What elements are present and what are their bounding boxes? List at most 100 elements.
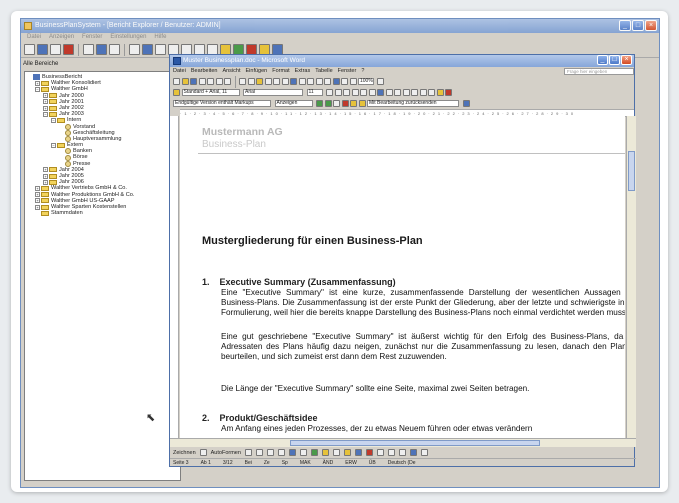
prev-change-icon[interactable]	[316, 100, 323, 107]
arrow-style-icon[interactable]	[398, 449, 406, 456]
expand-icon[interactable]: +	[35, 204, 40, 210]
underline-icon[interactable]	[343, 89, 350, 96]
print-icon[interactable]	[207, 78, 214, 85]
export-icon[interactable]	[129, 44, 140, 55]
italic-icon[interactable]	[334, 89, 342, 96]
align-left-icon[interactable]	[351, 89, 359, 96]
docmap-icon[interactable]	[341, 78, 348, 85]
draw-menu[interactable]: Zeichnen	[173, 450, 196, 456]
font-select[interactable]: Arial	[243, 89, 303, 96]
line-style-icon[interactable]	[376, 449, 384, 456]
columns-icon[interactable]	[324, 78, 331, 85]
expand-icon[interactable]: +	[43, 167, 48, 173]
report-tree[interactable]: BusinessBericht + Walther Konsolidiert − Wal…	[24, 71, 181, 481]
menu-ansicht[interactable]: Ansicht	[222, 67, 240, 76]
indent-decrease-icon[interactable]	[411, 89, 418, 96]
permission-icon[interactable]	[198, 78, 206, 85]
menu-extras[interactable]: Extras	[295, 67, 311, 76]
paste-icon[interactable]	[256, 78, 263, 85]
bold-icon[interactable]	[326, 89, 333, 96]
open-doc-icon[interactable]	[181, 78, 189, 85]
menu-format[interactable]: Format	[272, 67, 289, 76]
grid-icon[interactable]	[142, 44, 153, 55]
redo-icon[interactable]	[281, 78, 289, 85]
menu-fenster[interactable]: Fenster	[338, 67, 357, 76]
help-search-input[interactable]: Frage hier eingeben	[564, 68, 634, 75]
print-icon[interactable]	[24, 44, 35, 55]
track-view-select[interactable]: Endgültige Version enthält Markups	[173, 100, 271, 107]
menu-einfuegen[interactable]: Einfügen	[246, 67, 268, 76]
line-icon[interactable]	[244, 449, 252, 456]
border-icon[interactable]	[428, 89, 435, 96]
close-button[interactable]: ×	[645, 20, 657, 31]
expand-icon[interactable]: +	[43, 99, 48, 105]
word-maximize-button[interactable]: □	[609, 55, 620, 65]
indent-increase-icon[interactable]	[419, 89, 427, 96]
undo-icon[interactable]	[273, 78, 280, 85]
vertical-ruler[interactable]	[170, 116, 179, 438]
insert-table-icon[interactable]	[307, 78, 314, 85]
font-size-select[interactable]: 11	[306, 89, 323, 96]
next-change-icon[interactable]	[324, 100, 332, 107]
vertical-scrollbar[interactable]	[626, 116, 636, 438]
expand-icon[interactable]: +	[43, 105, 48, 111]
minimize-button[interactable]: _	[619, 20, 631, 31]
highlight-change-icon[interactable]	[358, 100, 366, 107]
menu-help[interactable]: ?	[361, 67, 364, 76]
tree-node[interactable]: Stammdaten	[27, 210, 180, 216]
oval-icon[interactable]	[277, 449, 285, 456]
text-color-icon[interactable]	[365, 449, 373, 456]
scroll-thumb[interactable]	[290, 440, 540, 446]
align-center-icon[interactable]	[360, 89, 367, 96]
styles-icon[interactable]	[173, 89, 180, 96]
binoculars-icon[interactable]	[83, 44, 94, 55]
collapse-icon[interactable]: −	[35, 86, 40, 92]
textbox-icon[interactable]	[288, 449, 296, 456]
accept-change-icon[interactable]	[333, 100, 340, 107]
document-page[interactable]: Mustermann AG Business-Plan Mustergliede…	[180, 116, 625, 438]
autoshapes-menu[interactable]: AutoFormen	[211, 450, 241, 456]
select-icon[interactable]	[199, 449, 207, 456]
find-icon[interactable]	[96, 44, 107, 55]
word-close-button[interactable]: ×	[621, 55, 632, 65]
line-spacing-icon[interactable]	[385, 89, 393, 96]
collapse-icon[interactable]: −	[51, 117, 56, 123]
bullets-icon[interactable]	[402, 89, 410, 96]
3d-icon[interactable]	[420, 449, 428, 456]
menu-fenster[interactable]: Fenster	[82, 33, 102, 42]
scroll-thumb[interactable]	[628, 151, 635, 191]
expand-icon[interactable]: +	[35, 80, 40, 86]
align-right-icon[interactable]	[368, 89, 376, 96]
expand-icon[interactable]: +	[35, 198, 40, 204]
cut-icon[interactable]	[239, 78, 246, 85]
expand-icon[interactable]: +	[35, 192, 40, 198]
hyperlink-icon[interactable]	[290, 78, 297, 85]
tables-icon[interactable]	[298, 78, 306, 85]
delete-icon[interactable]	[63, 44, 74, 55]
spelling-icon[interactable]	[224, 78, 231, 85]
arrow-icon[interactable]	[255, 449, 263, 456]
picture-icon[interactable]	[332, 449, 340, 456]
menu-tabelle[interactable]: Tabelle	[315, 67, 332, 76]
zoom-select[interactable]: 100%	[358, 78, 374, 85]
style-select[interactable]: Standard + Arial, 11	[181, 89, 240, 96]
menu-anzeigen[interactable]: Anzeigen	[49, 33, 74, 42]
pilcrow-icon[interactable]	[349, 78, 357, 85]
menu-hilfe[interactable]: Hilfe	[154, 33, 166, 42]
menu-bearbeiten[interactable]: Bearbeiten	[191, 67, 218, 76]
rectangle-icon[interactable]	[266, 449, 274, 456]
expand-icon[interactable]: +	[43, 93, 48, 99]
menu-einstellungen[interactable]: Einstellungen	[110, 33, 146, 42]
maximize-button[interactable]: □	[632, 20, 644, 31]
copy-icon[interactable]	[247, 78, 255, 85]
clipart-icon[interactable]	[321, 449, 329, 456]
numbering-icon[interactable]	[394, 89, 401, 96]
collapse-icon[interactable]: −	[51, 142, 56, 148]
highlight-icon[interactable]	[436, 89, 444, 96]
font-color-icon[interactable]	[445, 89, 452, 96]
reject-change-icon[interactable]	[341, 100, 349, 107]
expand-icon[interactable]: +	[43, 179, 48, 185]
justify-icon[interactable]	[377, 89, 384, 96]
new-comment-icon[interactable]	[350, 100, 357, 107]
wordart-icon[interactable]	[299, 449, 307, 456]
